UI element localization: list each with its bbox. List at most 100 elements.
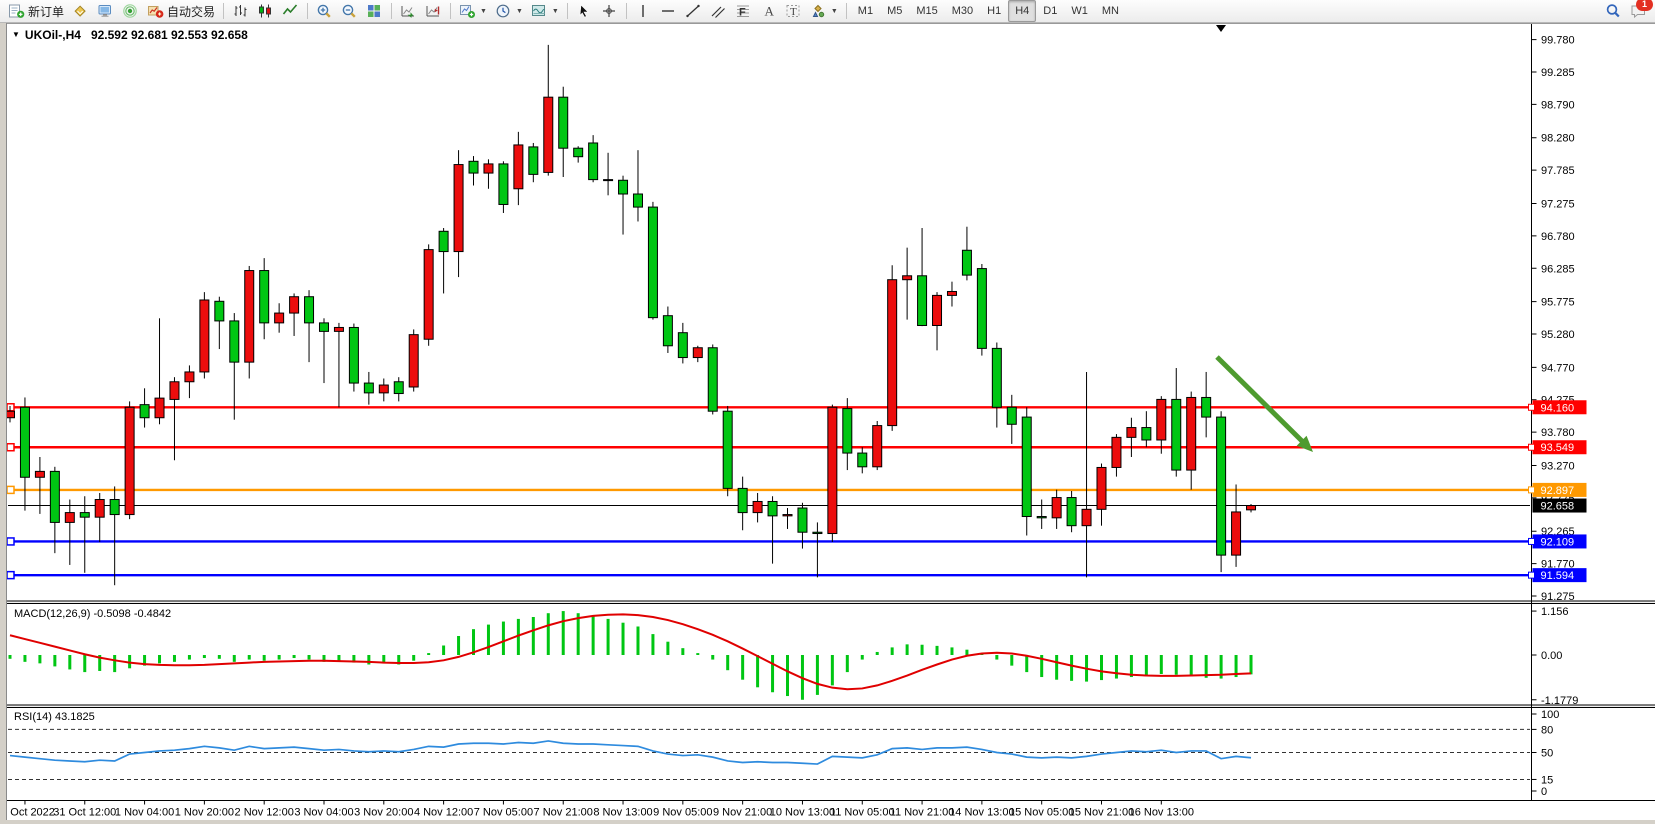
crosshair-icon[interactable] xyxy=(597,0,622,22)
timeframe-h4-button[interactable]: H4 xyxy=(1008,0,1036,22)
rsi-tick-label: 50 xyxy=(1541,748,1553,760)
candle-body xyxy=(1112,437,1121,467)
trendline-icon[interactable] xyxy=(681,0,706,22)
price-tag-91.594-handle[interactable] xyxy=(1529,572,1535,578)
zoomout-glyph xyxy=(341,3,358,19)
candle-body xyxy=(962,250,971,275)
candle-body xyxy=(1007,407,1016,424)
line-chart-icon[interactable] xyxy=(278,0,303,22)
macd-histogram-bar xyxy=(412,655,415,661)
price-tag-92.109-handle[interactable] xyxy=(1529,538,1535,544)
candle-body xyxy=(514,145,523,189)
timeframe-m15-button[interactable]: M15 xyxy=(909,0,944,22)
zoomin-glyph xyxy=(316,3,333,19)
new-chart-icon[interactable]: ▼ xyxy=(455,0,491,22)
candle-body xyxy=(1052,498,1061,518)
candlestick-chart-icon[interactable] xyxy=(253,0,278,22)
zoom-out-icon[interactable] xyxy=(337,0,362,22)
zoom-in-icon[interactable] xyxy=(312,0,337,22)
hline-handle[interactable] xyxy=(7,538,14,545)
dropdown-caret-icon[interactable]: ▼ xyxy=(831,8,838,15)
newchart-glyph xyxy=(459,3,476,19)
price-tag-93.549-handle[interactable] xyxy=(1529,444,1535,450)
data-window-icon[interactable] xyxy=(93,0,118,22)
price-tag-92.897-handle[interactable] xyxy=(1529,487,1535,493)
timeframe-m1-button[interactable]: M1 xyxy=(851,0,880,22)
signals-icon[interactable] xyxy=(118,0,143,22)
ohlc-values: 92.592 92.681 92.553 92.658 xyxy=(91,28,248,42)
candle-body xyxy=(1082,509,1091,525)
candle-body xyxy=(1067,498,1076,526)
candle-body xyxy=(753,501,762,512)
macd-histogram-bar xyxy=(995,655,998,660)
date-label: 14 Nov 13:00 xyxy=(949,807,1014,819)
chart-shift-icon[interactable] xyxy=(421,0,446,22)
macd-histogram-bar xyxy=(1010,655,1013,666)
auto-scroll-icon[interactable] xyxy=(396,0,421,22)
dropdown-caret-icon[interactable]: ▼ xyxy=(516,8,523,15)
rsi-tick-label: 0 xyxy=(1541,786,1547,798)
cursor-glyph xyxy=(576,3,593,19)
candle-body xyxy=(364,383,373,393)
candle-body xyxy=(125,407,134,514)
timeframe-mn-button[interactable]: MN xyxy=(1095,0,1126,22)
timeframe-m30-button[interactable]: M30 xyxy=(945,0,980,22)
candle-body xyxy=(903,276,912,280)
notifications-icon[interactable]: 1 xyxy=(1626,0,1651,22)
bar-chart-icon[interactable] xyxy=(228,0,253,22)
tile-windows-icon[interactable] xyxy=(362,0,387,22)
autotrading-button[interactable]: 自动交易 xyxy=(143,0,219,22)
periods-icon[interactable]: ▼ xyxy=(491,0,527,22)
hline-handle[interactable] xyxy=(7,444,14,451)
macd-histogram-bar xyxy=(741,655,744,680)
chart-area[interactable]: 99.78099.28598.79098.28097.78597.27596.7… xyxy=(0,0,1655,824)
candle-body xyxy=(215,301,224,321)
new-order-button[interactable]: 新订单 xyxy=(4,0,68,22)
macd-histogram-bar xyxy=(906,644,909,655)
market-watch-icon[interactable] xyxy=(68,0,93,22)
arrows-icon[interactable]: ▼ xyxy=(806,0,842,22)
price-tick-label: 91.275 xyxy=(1541,591,1575,603)
candle-body xyxy=(1127,428,1136,438)
one-click-trading-toggle-icon[interactable]: ▼ xyxy=(12,30,20,39)
candle-body xyxy=(873,426,882,467)
macd-histogram-bar xyxy=(9,655,12,659)
timeframe-m5-button[interactable]: M5 xyxy=(880,0,909,22)
dropdown-caret-icon[interactable]: ▼ xyxy=(480,8,487,15)
autotrading-button-label: 自动交易 xyxy=(167,3,215,20)
chart-shift-marker-icon[interactable] xyxy=(1216,25,1226,32)
macd-histogram-bar xyxy=(218,655,221,659)
price-tag-94.160-handle[interactable] xyxy=(1529,404,1535,410)
timeframe-h1-button[interactable]: H1 xyxy=(980,0,1008,22)
timeframe-d1-button[interactable]: D1 xyxy=(1036,0,1064,22)
price-tick-label: 95.280 xyxy=(1541,329,1575,341)
candle-body xyxy=(619,180,628,194)
fibonacci-icon[interactable]: F xyxy=(731,0,756,22)
dropdown-caret-icon[interactable]: ▼ xyxy=(552,8,559,15)
hline-handle[interactable] xyxy=(7,486,14,493)
macd-histogram-bar xyxy=(263,655,266,661)
candle-body xyxy=(484,164,493,173)
autotrade-glyph xyxy=(147,3,164,19)
macd-histogram-bar xyxy=(1100,655,1103,680)
toolbar-separator xyxy=(307,3,308,19)
vertical-line-icon[interactable] xyxy=(631,0,656,22)
candle-body xyxy=(275,313,284,323)
toolbar-separator xyxy=(223,3,224,19)
text-icon[interactable]: A xyxy=(756,0,781,22)
timeframe-w1-button[interactable]: W1 xyxy=(1064,0,1095,22)
toolbar-separator xyxy=(626,3,627,19)
equidistant-channel-icon[interactable] xyxy=(706,0,731,22)
symbol-period-label: UKOil-,H4 xyxy=(25,28,81,42)
templates-icon[interactable]: ▼ xyxy=(527,0,563,22)
cursor-icon[interactable] xyxy=(572,0,597,22)
price-tick-label: 96.780 xyxy=(1541,231,1575,243)
text-label-icon[interactable]: T xyxy=(781,0,806,22)
hline-handle[interactable] xyxy=(7,572,14,579)
horizontal-line-icon[interactable] xyxy=(656,0,681,22)
candle-body xyxy=(499,164,508,205)
shapes-glyph xyxy=(810,3,827,19)
macd-histogram-bar xyxy=(651,634,654,655)
search-icon[interactable] xyxy=(1601,0,1626,22)
candle-body xyxy=(693,348,702,358)
